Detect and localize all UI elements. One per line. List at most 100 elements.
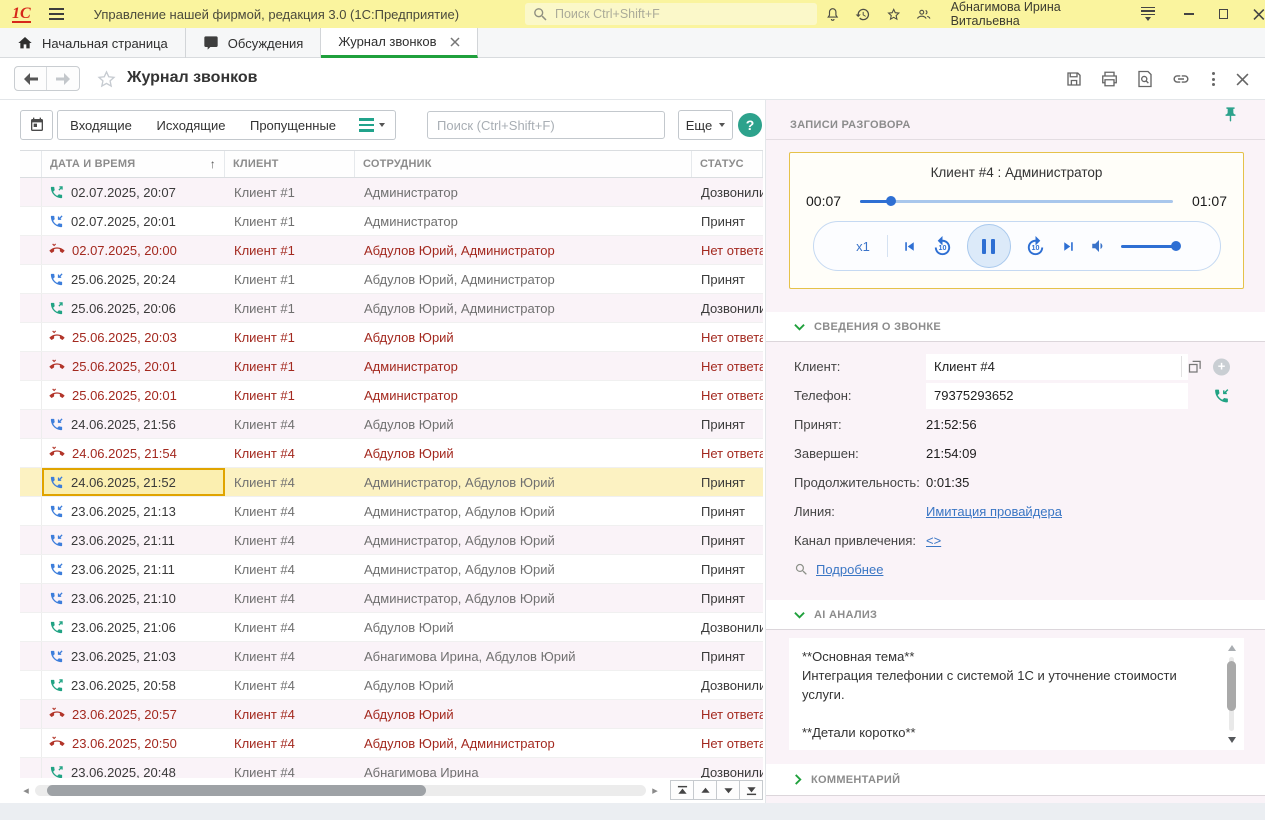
table-row[interactable]: 02.07.2025, 20:07Клиент #1АдминистраторД… xyxy=(20,178,763,207)
row-selector-cell[interactable] xyxy=(20,642,42,670)
service-menu-icon[interactable] xyxy=(1141,7,1155,22)
window-maximize-button[interactable] xyxy=(1219,9,1228,19)
scrollbar-thumb[interactable] xyxy=(47,785,426,796)
add-button[interactable]: + xyxy=(1213,358,1230,375)
row-selector-cell[interactable] xyxy=(20,584,42,612)
header-employee[interactable]: СОТРУДНИК xyxy=(355,151,692,177)
go-last-row-button[interactable] xyxy=(739,780,763,800)
table-row[interactable]: 25.06.2025, 20:24Клиент #1Абдулов Юрий, … xyxy=(20,265,763,294)
more-menu-button[interactable]: Еще xyxy=(678,110,733,140)
volume-handle[interactable] xyxy=(1171,241,1181,251)
row-selector-cell[interactable] xyxy=(20,294,42,322)
skip-previous-icon[interactable] xyxy=(901,238,918,255)
list-search-input[interactable]: Поиск (Ctrl+Shift+F) xyxy=(427,111,665,139)
filter-incoming-button[interactable]: Входящие xyxy=(57,110,145,140)
table-row[interactable]: 24.06.2025, 21:56Клиент #4Абдулов ЮрийПр… xyxy=(20,410,763,439)
row-selector-cell[interactable] xyxy=(20,352,42,380)
table-row[interactable]: 25.06.2025, 20:01Клиент #1АдминистраторН… xyxy=(20,352,763,381)
section-call-info-header[interactable]: СВЕДЕНИЯ О ЗВОНКЕ xyxy=(766,312,1265,342)
global-search-input[interactable]: Поиск Ctrl+Shift+F xyxy=(525,3,817,25)
preview-icon[interactable] xyxy=(1136,70,1154,88)
skip-next-icon[interactable] xyxy=(1060,238,1077,255)
volume-icon[interactable] xyxy=(1090,237,1108,255)
favorite-star-icon[interactable] xyxy=(96,69,117,89)
table-row[interactable]: 25.06.2025, 20:01Клиент #1АдминистраторН… xyxy=(20,381,763,410)
section-ai-header[interactable]: AI АНАЛИЗ xyxy=(766,600,1265,630)
table-row[interactable]: 24.06.2025, 21:52Клиент #4Администратор,… xyxy=(20,468,763,497)
section-comment-header[interactable]: КОММЕНТАРИЙ xyxy=(766,764,1265,796)
table-row[interactable]: 02.07.2025, 20:00Клиент #1Абдулов Юрий, … xyxy=(20,236,763,265)
table-row[interactable]: 23.06.2025, 20:48Клиент #4Абнагимова Ири… xyxy=(20,758,763,778)
window-close-button[interactable] xyxy=(1253,8,1265,21)
row-selector-cell[interactable] xyxy=(20,410,42,438)
tab-call-log[interactable]: Журнал звонков xyxy=(321,28,477,58)
table-row[interactable]: 25.06.2025, 20:06Клиент #1Абдулов Юрий, … xyxy=(20,294,763,323)
table-row[interactable]: 23.06.2025, 21:03Клиент #4Абнагимова Ири… xyxy=(20,642,763,671)
row-selector-cell[interactable] xyxy=(20,526,42,554)
table-row[interactable]: 23.06.2025, 21:10Клиент #4Администратор,… xyxy=(20,584,763,613)
filter-menu-button[interactable] xyxy=(348,110,396,140)
table-row[interactable]: 23.06.2025, 20:58Клиент #4Абдулов ЮрийДо… xyxy=(20,671,763,700)
print-icon[interactable] xyxy=(1100,70,1119,88)
scroll-left-icon[interactable]: ◂ xyxy=(20,784,32,797)
row-selector-cell[interactable] xyxy=(20,265,42,293)
seek-handle[interactable] xyxy=(886,196,896,206)
row-selector-cell[interactable] xyxy=(20,381,42,409)
table-row[interactable]: 24.06.2025, 21:54Клиент #4Абдулов ЮрийНе… xyxy=(20,439,763,468)
table-row[interactable]: 23.06.2025, 21:11Клиент #4Администратор,… xyxy=(20,526,763,555)
playback-speed-button[interactable]: x1 xyxy=(856,239,870,254)
table-row[interactable]: 25.06.2025, 20:03Клиент #1Абдулов ЮрийНе… xyxy=(20,323,763,352)
scroll-up-icon[interactable] xyxy=(1228,645,1236,651)
row-selector-cell[interactable] xyxy=(20,700,42,728)
row-selector-cell[interactable] xyxy=(20,758,42,778)
row-selector-cell[interactable] xyxy=(20,729,42,757)
forward-button[interactable] xyxy=(47,67,79,90)
current-user-name[interactable]: Абнагимова Ирина Витальевна xyxy=(951,0,1116,28)
more-actions-icon[interactable] xyxy=(1208,72,1219,86)
close-form-icon[interactable] xyxy=(1236,73,1249,86)
table-row[interactable]: 23.06.2025, 20:57Клиент #4Абдулов ЮрийНе… xyxy=(20,700,763,729)
field-value-box[interactable]: 79375293652 xyxy=(926,383,1188,409)
forward-10-icon[interactable]: 10 xyxy=(1024,235,1047,258)
help-button[interactable]: ? xyxy=(738,113,762,137)
favorites-star-icon[interactable] xyxy=(886,6,901,23)
row-selector-cell[interactable] xyxy=(20,555,42,583)
main-menu-icon[interactable] xyxy=(49,8,64,20)
row-selector-cell[interactable] xyxy=(20,439,42,467)
go-first-row-button[interactable] xyxy=(670,780,694,800)
history-icon[interactable] xyxy=(855,6,870,23)
pause-button[interactable] xyxy=(967,224,1011,268)
details-more-link[interactable]: Подробнее xyxy=(816,562,883,577)
open-in-window-icon[interactable] xyxy=(1187,359,1202,374)
table-row[interactable]: 23.06.2025, 21:13Клиент #4Администратор,… xyxy=(20,497,763,526)
row-selector-cell[interactable] xyxy=(20,236,42,264)
field-link[interactable]: <> xyxy=(926,533,941,548)
seek-slider[interactable] xyxy=(860,200,1173,203)
row-selector-cell[interactable] xyxy=(20,671,42,699)
scroll-down-icon[interactable] xyxy=(1228,737,1236,743)
table-row[interactable]: 23.06.2025, 21:06Клиент #4Абдулов ЮрийДо… xyxy=(20,613,763,642)
horizontal-scrollbar[interactable] xyxy=(35,785,646,796)
tab-discussions[interactable]: Обсуждения xyxy=(186,28,322,58)
filter-outgoing-button[interactable]: Исходящие xyxy=(144,110,239,140)
header-selector-column[interactable] xyxy=(20,151,42,177)
field-link[interactable]: Имитация провайдера xyxy=(926,504,1062,519)
row-down-button[interactable] xyxy=(716,780,740,800)
row-selector-cell[interactable] xyxy=(20,207,42,235)
filter-missed-button[interactable]: Пропущенные xyxy=(238,110,349,140)
field-value-box[interactable]: Клиент #4 xyxy=(926,354,1188,380)
volume-slider[interactable] xyxy=(1121,245,1177,248)
table-row[interactable]: 02.07.2025, 20:01Клиент #1АдминистраторП… xyxy=(20,207,763,236)
tab-home[interactable]: Начальная страница xyxy=(0,28,186,58)
save-icon[interactable] xyxy=(1065,70,1083,88)
users-icon[interactable] xyxy=(916,6,931,23)
row-selector-cell[interactable] xyxy=(20,497,42,525)
header-datetime[interactable]: ДАТА И ВРЕМЯ ↑ xyxy=(42,151,225,177)
notifications-bell-icon[interactable] xyxy=(825,6,840,23)
table-row[interactable]: 23.06.2025, 20:50Клиент #4Абдулов Юрий, … xyxy=(20,729,763,758)
ai-vertical-scrollbar[interactable] xyxy=(1225,643,1239,745)
row-selector-cell[interactable] xyxy=(20,468,42,496)
row-selector-cell[interactable] xyxy=(20,178,42,206)
row-up-button[interactable] xyxy=(693,780,717,800)
link-icon[interactable] xyxy=(1171,70,1191,88)
